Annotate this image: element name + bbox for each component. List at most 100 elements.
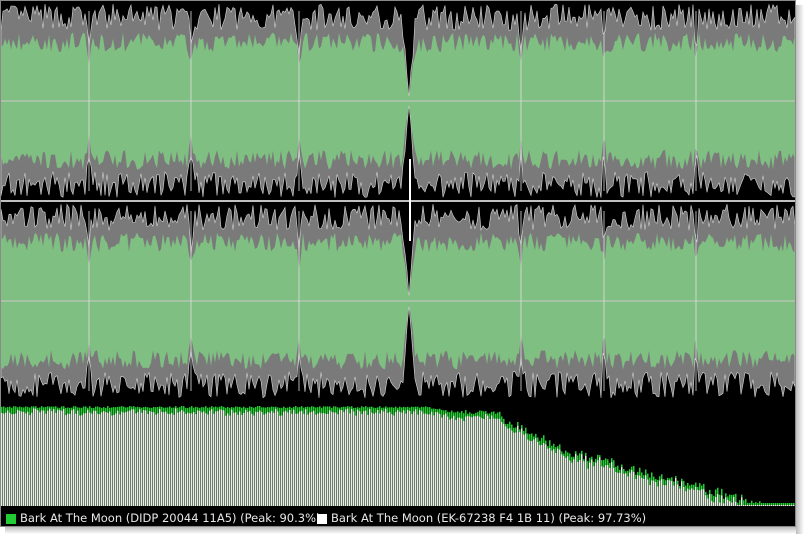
- spectrum-bar-b: [207, 414, 209, 506]
- spectrum-bar-b: [585, 455, 587, 506]
- spectrum-bar-b: [159, 408, 161, 506]
- spectrum-bar-b: [751, 505, 753, 506]
- spectrum-bar-b: [389, 411, 391, 506]
- spectrum-bar-b: [329, 410, 331, 506]
- spectrum-bar-b: [721, 495, 723, 506]
- spectrum-bar-b: [347, 408, 349, 506]
- spectrum-bar-b: [251, 413, 253, 506]
- spectrum-bar-b: [643, 478, 645, 506]
- spectrum-bar-b: [61, 410, 63, 506]
- spectrum-bar-b: [395, 412, 397, 506]
- spectrum-bar-b: [623, 473, 625, 506]
- spectrum-bar-b: [509, 428, 511, 506]
- spectrum-bar-b: [7, 410, 9, 506]
- spectrum-bar-b: [763, 505, 765, 506]
- spectrum-bar-b: [637, 475, 639, 506]
- spectrum-bar-b: [635, 478, 637, 506]
- spectrum-bar-b: [401, 412, 403, 506]
- spectrum-bar-b: [167, 413, 169, 506]
- spectrum-bar-b: [781, 505, 783, 506]
- spectrum-bar-b: [67, 413, 69, 506]
- spectrum-bar-b: [495, 418, 497, 506]
- spectrum-bar-b: [147, 414, 149, 506]
- spectrum-bar-b: [631, 470, 633, 506]
- spectrum-bar-b: [249, 410, 251, 506]
- spectrum-bar-b: [233, 412, 235, 506]
- spectrum-bar-b: [99, 414, 101, 506]
- spectrum-bar-b: [717, 494, 719, 506]
- spectrum-bar-b: [783, 505, 785, 506]
- spectrum-bar-b: [417, 414, 419, 506]
- spectrum-bar-b: [69, 413, 71, 506]
- spectrum-bar-b: [765, 505, 767, 506]
- spectrum-bar-b: [79, 415, 81, 506]
- spectrum-bar-b: [407, 409, 409, 506]
- spectrum-bar-b: [361, 414, 363, 506]
- spectrum-bar-b: [619, 472, 621, 506]
- spectrum-bar-b: [613, 467, 615, 506]
- spectrum-bar-b: [197, 410, 199, 506]
- spectrum-bar-b: [761, 505, 763, 506]
- frame-shadow-bottom: [5, 527, 796, 534]
- spectrum-bar-b: [399, 411, 401, 506]
- spectrum-bar-b: [169, 414, 171, 506]
- waveform-compare-view: Bark At The Moon (DIDP 20044 11A5) (Peak…: [0, 0, 796, 527]
- spectrum-bar-b: [321, 413, 323, 506]
- spectrum-bar-b: [719, 502, 721, 506]
- spectrum-bar-b: [667, 480, 669, 506]
- spectrum-bar-b: [557, 448, 559, 506]
- spectrum-bar-b: [105, 412, 107, 506]
- spectrum-bar-b: [467, 415, 469, 506]
- spectrum-bar-b: [49, 408, 51, 506]
- spectrum-bar-b: [483, 419, 485, 506]
- spectrum-bar-b: [523, 434, 525, 506]
- spectrum-bar-b: [21, 411, 23, 506]
- spectrum-bar-b: [173, 414, 175, 506]
- spectrum-bar-b: [421, 411, 423, 506]
- spectrum-bar-b: [23, 411, 25, 506]
- spectrum-bar-b: [263, 414, 265, 506]
- spectrum-bar-b: [423, 413, 425, 506]
- spectrum-bar-b: [475, 416, 477, 506]
- spectrum-bar-b: [217, 411, 219, 506]
- spectrum-bar-b: [693, 489, 695, 506]
- spectrum-bar-b: [153, 412, 155, 506]
- spectrum-bar-b: [405, 413, 407, 506]
- spectrum-bar-b: [45, 413, 47, 506]
- spectrum-bar-b: [733, 496, 735, 506]
- spectrum-bar-b: [713, 502, 715, 506]
- spectrum-bar-b: [463, 421, 465, 506]
- spectrum-bar-b: [425, 413, 427, 506]
- spectrum-bar-b: [503, 423, 505, 506]
- spectrum-bar-b: [137, 412, 139, 506]
- spectrum-bar-b: [471, 417, 473, 506]
- spectrum-bar-b: [19, 410, 21, 506]
- spectrum-bar-b: [339, 409, 341, 506]
- spectrum-bar-b: [293, 409, 295, 506]
- spectrum-bar-b: [535, 437, 537, 506]
- spectrum-bar-b: [689, 489, 691, 506]
- spectrum-bar-b: [109, 411, 111, 506]
- spectrum-bar-b: [773, 505, 775, 506]
- spectrum-bar-b: [413, 411, 415, 506]
- spectrum-bar-b: [111, 415, 113, 506]
- spectrum-bar-b: [753, 505, 755, 506]
- spectrum-bar-b: [757, 505, 759, 506]
- spectrum-bar-b: [745, 505, 747, 506]
- legend-label-b: Bark At The Moon (EK-67238 F4 1B 11) (Pe…: [331, 511, 647, 525]
- spectrum-bar-b: [211, 409, 213, 506]
- spectrum-bar-b: [595, 462, 597, 506]
- spectrum-bar-b: [415, 409, 417, 506]
- spectrum-bar-b: [725, 497, 727, 506]
- spectrum-bar-b: [225, 415, 227, 506]
- spectrum-bar-b: [513, 432, 515, 506]
- spectrum-bar-b: [479, 416, 481, 506]
- spectrum-bar-b: [53, 409, 55, 506]
- spectrum-bar-b: [91, 413, 93, 506]
- spectrum-bar-b: [789, 505, 791, 506]
- spectrum-bar-b: [33, 408, 35, 506]
- spectrum-bar-b: [551, 450, 553, 506]
- spectrum-bar-b: [261, 411, 263, 506]
- spectrum-bar-b: [179, 411, 181, 506]
- spectrum-bar-b: [323, 412, 325, 506]
